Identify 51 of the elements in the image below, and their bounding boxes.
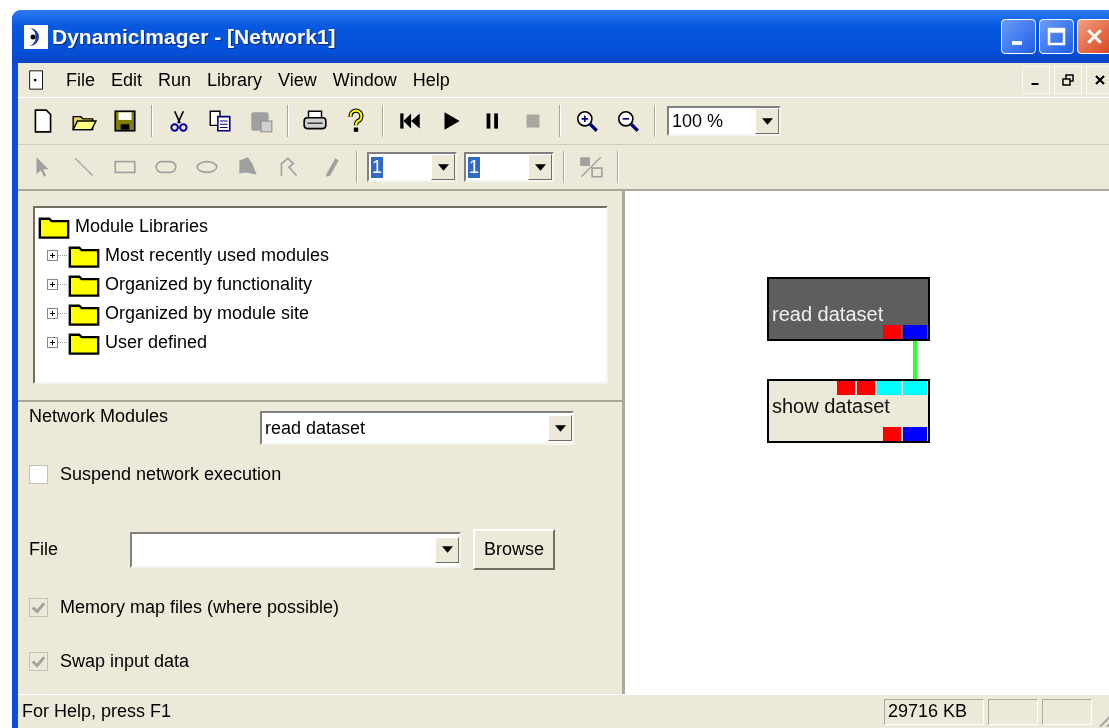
file-label: File: [29, 539, 59, 560]
line-style-dropdown[interactable]: 1: [367, 152, 457, 182]
checkbox-label: Swap input data: [60, 650, 190, 672]
menu-item[interactable]: Run: [150, 69, 200, 91]
minimize-icon: [1012, 41, 1022, 45]
tree-item[interactable]: User defined: [105, 332, 208, 353]
maximize-button[interactable]: [1039, 19, 1074, 54]
file-dropdown[interactable]: [130, 531, 461, 568]
expand-icon[interactable]: [47, 337, 58, 348]
status-panel: [1042, 698, 1092, 725]
input-port[interactable]: [857, 381, 875, 395]
tree-item[interactable]: Most recently used modules: [105, 245, 330, 266]
menu-item[interactable]: Help: [404, 69, 458, 91]
menu-item[interactable]: File: [58, 69, 103, 91]
window-title: DynamicImager - [Network1]: [52, 24, 336, 49]
caret-icon: [534, 163, 546, 171]
close-icon: [1093, 73, 1107, 87]
menu-item[interactable]: View: [270, 69, 325, 91]
browse-button[interactable]: Browse: [473, 529, 556, 570]
restore-icon: [1061, 73, 1075, 87]
logo-icon: [24, 24, 48, 49]
tree-item[interactable]: Organized by functionality: [105, 274, 313, 295]
checkbox-label: Memory map files (where possible): [60, 596, 340, 618]
checkbox-label: Suspend network execution: [60, 463, 282, 485]
network-modules-label: Network Modules: [29, 406, 170, 427]
status-panel: [988, 698, 1038, 725]
caret-icon: [437, 163, 449, 171]
menu-item[interactable]: Edit: [103, 69, 151, 91]
expand-icon[interactable]: [47, 279, 58, 290]
tree-item[interactable]: Organized by module site: [105, 303, 310, 324]
caret-icon: [761, 117, 773, 125]
menu-item[interactable]: Library: [199, 69, 271, 91]
input-port[interactable]: [837, 381, 855, 395]
checkbox[interactable]: [29, 464, 48, 484]
expand-icon[interactable]: [47, 250, 58, 261]
caret-icon: [441, 546, 453, 553]
zoom-dropdown[interactable]: 100 %: [667, 106, 781, 136]
restore-button[interactable]: [1054, 66, 1082, 94]
menu-item[interactable]: Window: [324, 69, 405, 91]
module-node[interactable]: show dataset: [767, 379, 930, 443]
input-port[interactable]: [877, 381, 901, 395]
memory-usage: 29716 KB: [884, 698, 984, 725]
tree-item[interactable]: Module Libraries: [75, 216, 209, 237]
expand-icon[interactable]: [47, 308, 58, 319]
status-text: For Help, press F1: [22, 701, 173, 722]
caret-icon: [554, 424, 566, 432]
close-button[interactable]: [1086, 66, 1109, 94]
input-port[interactable]: [903, 381, 927, 395]
minimize-icon: [1031, 83, 1039, 85]
network-modules-dropdown[interactable]: read dataset: [260, 411, 574, 445]
line-style-dropdown[interactable]: 1: [464, 152, 554, 182]
